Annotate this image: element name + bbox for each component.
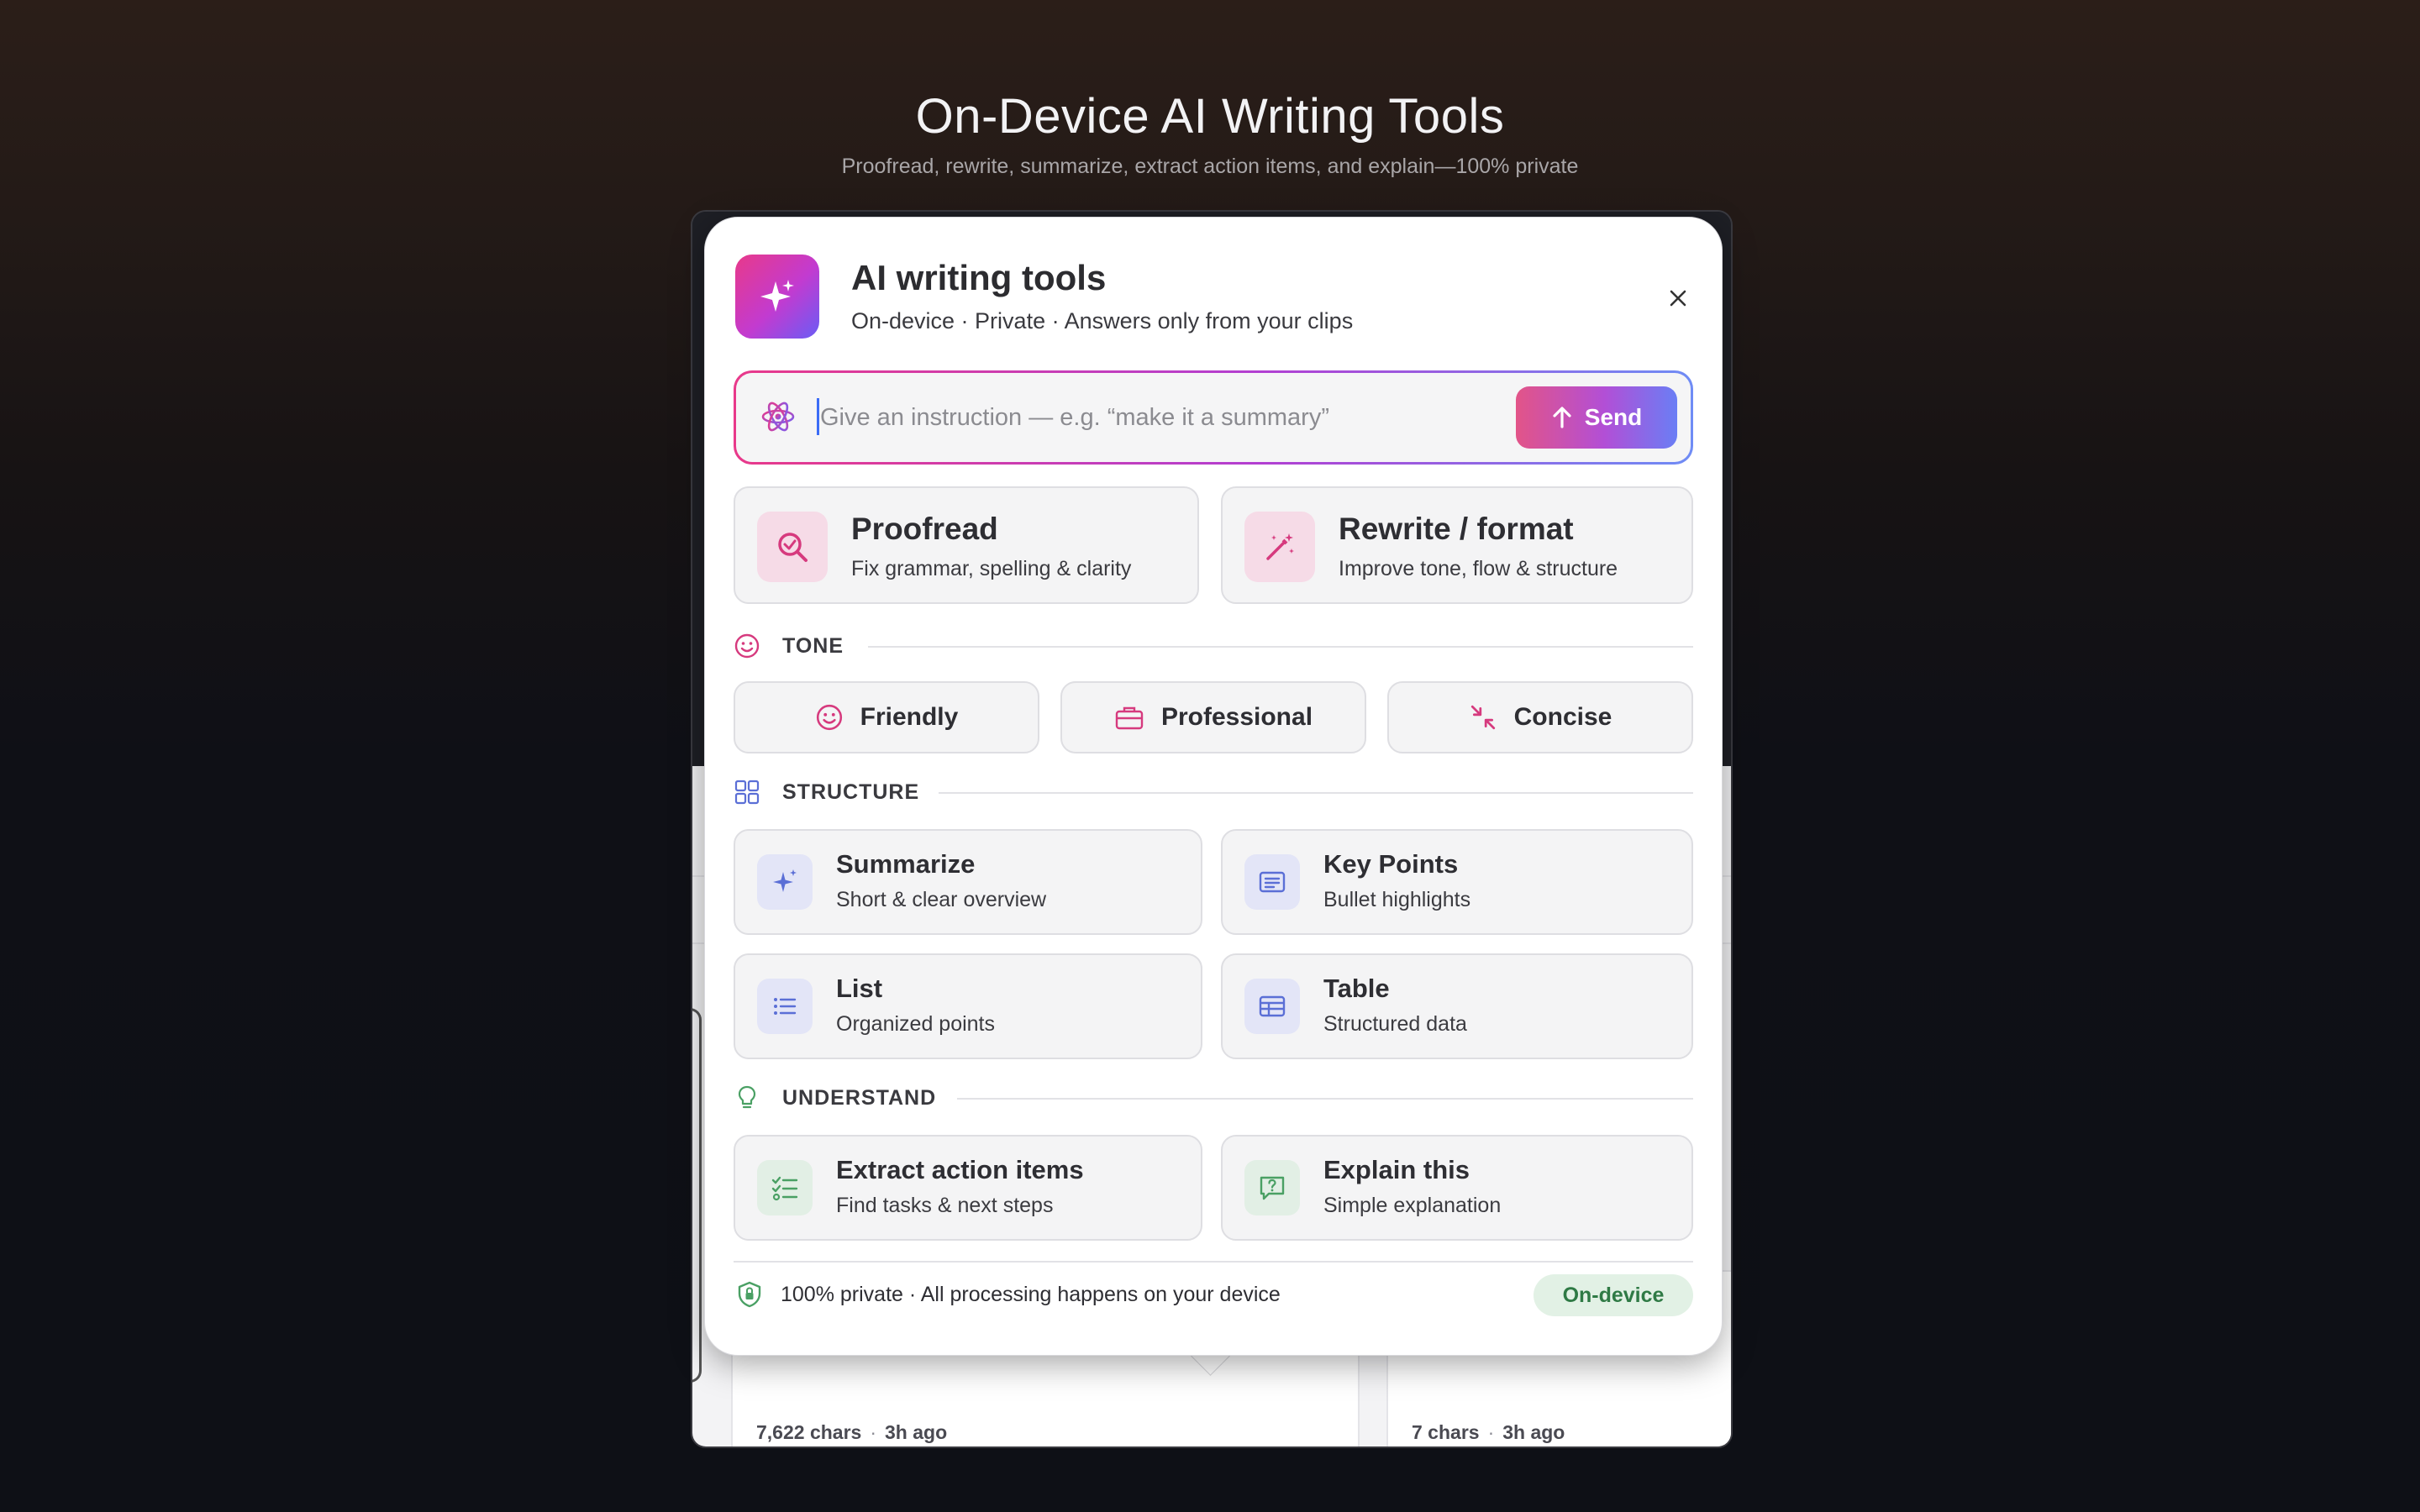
briefcase-icon	[1115, 706, 1144, 730]
summarize-button[interactable]: Summarize Short & clear overview	[734, 829, 1202, 935]
ai-tools-popup: AI writing tools On-device · Private · A…	[704, 217, 1723, 1356]
proofread-title: Proofread	[851, 512, 998, 546]
close-icon	[1670, 290, 1686, 307]
concise-button[interactable]: Concise	[1387, 681, 1693, 753]
key-points-subtitle: Bullet highlights	[1323, 888, 1471, 911]
professional-button[interactable]: Professional	[1060, 681, 1366, 753]
lightbulb-icon	[738, 1085, 756, 1109]
on-device-badge: On-device	[1534, 1274, 1693, 1316]
friendly-button[interactable]: Friendly	[734, 681, 1039, 753]
divider	[734, 1261, 1693, 1263]
proofread-subtitle: Fix grammar, spelling & clarity	[851, 557, 1132, 580]
key-points-button[interactable]: Key Points Bullet highlights	[1221, 829, 1693, 935]
smiley-icon	[816, 704, 842, 731]
table-icon	[1244, 979, 1300, 1034]
divider	[939, 792, 1693, 794]
concise-label: Concise	[1513, 703, 1612, 731]
divider	[868, 646, 1693, 648]
instruction-input[interactable]	[818, 393, 1494, 442]
understand-label: UNDERSTAND	[782, 1086, 937, 1110]
page-subtitle: Proofread, rewrite, summarize, extract a…	[841, 155, 1579, 178]
arrow-up-icon	[1553, 407, 1571, 428]
summarize-title: Summarize	[836, 849, 976, 879]
send-button[interactable]: Send	[1516, 386, 1677, 449]
table-title: Table	[1323, 974, 1390, 1003]
shield-lock-icon	[738, 1281, 761, 1308]
explain-this-title: Explain this	[1323, 1155, 1470, 1184]
popup-subtitle: On-device · Private · Answers only from …	[851, 308, 1354, 333]
rewrite-format-subtitle: Improve tone, flow & structure	[1339, 557, 1618, 580]
tone-section-header: TONE	[734, 631, 1693, 664]
document-lines-icon	[1244, 854, 1300, 910]
scroll-edge	[692, 1008, 702, 1383]
rewrite-format-title: Rewrite / format	[1339, 512, 1574, 546]
clip-meta: 7,622 chars · 3h ago	[756, 1421, 948, 1443]
sparkle-icon	[757, 854, 813, 910]
minimize-arrows-icon	[1470, 705, 1495, 730]
friendly-label: Friendly	[860, 703, 959, 731]
explain-this-subtitle: Simple explanation	[1323, 1194, 1502, 1217]
structure-section-header: STRUCTURE	[734, 777, 1693, 811]
sparkles-logo-icon	[735, 255, 819, 339]
understand-section-header: UNDERSTAND	[734, 1083, 1693, 1116]
page-title: On-Device AI Writing Tools	[915, 89, 1505, 144]
extract-action-items-title: Extract action items	[836, 1155, 1084, 1184]
instruction-box: Send	[734, 370, 1693, 465]
divider	[957, 1098, 1693, 1100]
close-button[interactable]	[1661, 281, 1695, 315]
list-title: List	[836, 974, 883, 1003]
list-button[interactable]: List Organized points	[734, 953, 1202, 1059]
rewrite-format-button[interactable]: Rewrite / format Improve tone, flow & st…	[1221, 486, 1693, 604]
explain-this-button[interactable]: Explain this Simple explanation	[1221, 1135, 1693, 1241]
clip-meta: 7 chars · 3h ago	[1412, 1421, 1565, 1443]
professional-label: Professional	[1160, 703, 1313, 731]
structure-label: STRUCTURE	[782, 780, 920, 804]
grid-icon	[734, 780, 760, 805]
smiley-icon	[734, 633, 760, 659]
bullet-list-icon	[757, 979, 813, 1034]
magic-wand-icon	[1244, 512, 1315, 582]
extract-action-items-button[interactable]: Extract action items Find tasks & next s…	[734, 1135, 1202, 1241]
proofread-button[interactable]: Proofread Fix grammar, spelling & clarit…	[734, 486, 1199, 604]
question-bubble-icon	[1244, 1160, 1300, 1215]
checklist-icon	[757, 1160, 813, 1215]
summarize-subtitle: Short & clear overview	[836, 888, 1047, 911]
table-button[interactable]: Table Structured data	[1221, 953, 1693, 1059]
popup-title: AI writing tools	[851, 258, 1107, 297]
privacy-note: 100% private · All processing happens on…	[781, 1283, 1281, 1306]
extract-action-items-subtitle: Find tasks & next steps	[836, 1194, 1054, 1217]
atom-icon	[761, 402, 795, 432]
table-subtitle: Structured data	[1323, 1012, 1467, 1036]
send-label: Send	[1584, 404, 1643, 430]
list-subtitle: Organized points	[836, 1012, 996, 1036]
magnifier-check-icon	[757, 512, 828, 582]
tone-label: TONE	[782, 634, 844, 658]
key-points-title: Key Points	[1323, 849, 1459, 879]
